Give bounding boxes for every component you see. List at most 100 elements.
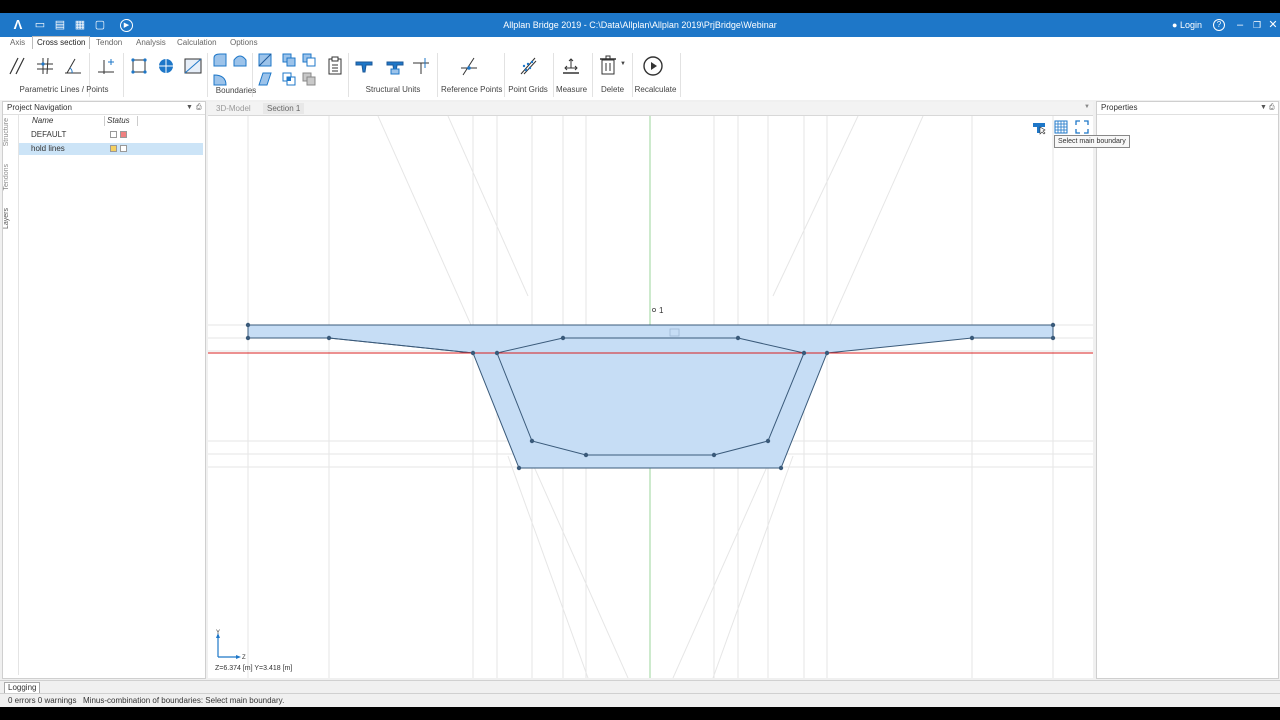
group-measure-label: Measure: [555, 85, 588, 94]
boundary-arch-icon[interactable]: [232, 52, 248, 68]
cross-section-drawing[interactable]: 1 Y Z: [208, 116, 1093, 678]
tab-3d-model[interactable]: 3D-Model: [212, 103, 255, 114]
close-icon[interactable]: ✕: [1265, 17, 1280, 33]
structural-unit-edit-icon[interactable]: [385, 56, 405, 76]
side-tab-tendons[interactable]: Tendons: [3, 164, 17, 190]
color-swatch[interactable]: [120, 131, 127, 138]
boundary-point: [735, 335, 741, 341]
boundary-point: [1050, 335, 1056, 341]
ribbon: Parametric Lines / Points Boundaries Str…: [0, 49, 1280, 101]
rectangle-points-icon[interactable]: [129, 56, 149, 76]
boundary-point: [801, 350, 807, 356]
tab-tendon[interactable]: Tendon: [92, 37, 126, 49]
measure-icon[interactable]: [561, 56, 581, 76]
properties-header: Properties ▼ ⎙: [1097, 102, 1278, 115]
group-boundaries-label: Boundaries: [215, 86, 257, 95]
structural-unit-outline-icon[interactable]: [411, 56, 431, 76]
dropdown-arrow-icon[interactable]: ▼: [620, 61, 626, 67]
side-tab-divider: [18, 115, 19, 675]
select-main-boundary-icon[interactable]: [1032, 121, 1046, 135]
point-grid-icon[interactable]: [518, 56, 538, 76]
circle-point-icon[interactable]: [156, 56, 176, 76]
boundary-point: [824, 350, 830, 356]
title-bar: Λ ▭ ▤ ▦ ▢ ▶ Allplan Bridge 2019 - C:\Dat…: [0, 13, 1280, 37]
structural-unit-icon[interactable]: [354, 56, 374, 76]
layer-row-default[interactable]: DEFAULT: [19, 129, 203, 141]
boundary-draw-icon[interactable]: [257, 52, 273, 68]
pin-icon[interactable]: ⎙: [196, 102, 202, 114]
grid-view-icon[interactable]: [1054, 120, 1068, 134]
boundary-minus-icon[interactable]: [301, 52, 317, 68]
parallel-lines-icon[interactable]: [8, 56, 28, 76]
boundary-shape-icon[interactable]: [212, 52, 228, 68]
boundary-xor-icon[interactable]: [301, 71, 317, 87]
column-name[interactable]: Name: [32, 116, 53, 125]
group-delete-label: Delete: [600, 85, 625, 94]
boundary-point: [470, 350, 476, 356]
intersect-lines-icon[interactable]: [35, 56, 55, 76]
project-navigation-panel: Project Navigation ▼ ⎙: [2, 101, 206, 679]
tab-axis[interactable]: Axis: [6, 37, 29, 49]
tab-list-dropdown-icon[interactable]: ▼: [1084, 104, 1090, 110]
clipboard-icon[interactable]: [325, 56, 345, 76]
tab-options[interactable]: Options: [226, 37, 262, 49]
point-offset-icon[interactable]: [96, 56, 116, 76]
side-tab-layers[interactable]: Layers: [3, 208, 17, 229]
pin-icon[interactable]: ⎙: [1269, 102, 1275, 114]
boundary-point: [711, 452, 717, 458]
boundary-intersect-icon[interactable]: [281, 71, 297, 87]
panel-menu-icon[interactable]: ▼: [186, 102, 193, 114]
tab-analysis[interactable]: Analysis: [132, 37, 170, 49]
group-recalculate-label: Recalculate: [634, 85, 677, 94]
window-title: Allplan Bridge 2019 - C:\Data\Allplan\Al…: [503, 20, 777, 30]
visibility-toggle[interactable]: [110, 131, 117, 138]
boundary-point: [778, 465, 784, 471]
restore-icon[interactable]: ❐: [1249, 17, 1265, 33]
layer-row-hold-lines[interactable]: hold lines: [19, 143, 203, 155]
group-point-grids-label: Point Grids: [508, 85, 548, 94]
polygon-icon[interactable]: [183, 56, 203, 76]
color-swatch[interactable]: [120, 145, 127, 152]
project-navigation-header: Project Navigation ▼ ⎙: [3, 102, 205, 115]
properties-title: Properties: [1101, 103, 1138, 112]
boundary-point: [1050, 322, 1056, 328]
section-viewport[interactable]: 1 Y Z: [208, 116, 1093, 678]
reference-point-icon[interactable]: [459, 56, 479, 76]
minimize-icon[interactable]: –: [1232, 17, 1248, 33]
menu-bar: Axis Cross section Tendon Analysis Calcu…: [0, 36, 1280, 49]
z-arrow-head: [236, 655, 241, 659]
boundary-point: [245, 322, 251, 328]
tab-cross-section[interactable]: Cross section: [32, 36, 91, 49]
column-status[interactable]: Status: [107, 116, 130, 125]
status-bar: 0 errors 0 warnings Minus-combination of…: [0, 693, 1280, 708]
angle-line-icon[interactable]: [63, 56, 83, 76]
trash-icon[interactable]: [598, 55, 618, 75]
coordinate-readout: Z=6.374 [m] Y=3.418 [m]: [215, 665, 293, 672]
boundary-union-icon[interactable]: [281, 52, 297, 68]
ribbon-separator: [348, 53, 349, 97]
tab-section-1[interactable]: Section 1: [263, 103, 305, 114]
view-tab-bar: 3D-Model Section 1 ▼: [208, 102, 1093, 116]
help-icon[interactable]: ?: [1213, 19, 1225, 31]
boundary-point: [969, 335, 975, 341]
fullscreen-icon[interactable]: [1075, 120, 1089, 134]
layer-name: DEFAULT: [31, 130, 67, 139]
point-marker: [651, 307, 656, 312]
group-structural-units-label: Structural Units: [365, 85, 421, 94]
letterbox-top: [0, 0, 1280, 13]
side-tab-structure[interactable]: Structure: [3, 118, 17, 146]
tab-calculation[interactable]: Calculation: [173, 37, 221, 49]
ribbon-separator: [553, 53, 554, 97]
boundary-split-icon[interactable]: [257, 71, 273, 87]
boundary-point: [765, 438, 771, 444]
boundary-point: [245, 335, 251, 341]
recalculate-play-icon[interactable]: [642, 55, 664, 77]
visibility-toggle[interactable]: [110, 145, 117, 152]
panel-menu-icon[interactable]: ▼: [1260, 102, 1267, 114]
login-button[interactable]: ● Login: [1172, 13, 1202, 37]
login-label: Login: [1179, 20, 1202, 30]
boundary-round-icon[interactable]: [212, 71, 228, 87]
layer-name: hold lines: [31, 144, 65, 153]
column-divider: [137, 116, 138, 126]
column-divider: [104, 116, 105, 126]
